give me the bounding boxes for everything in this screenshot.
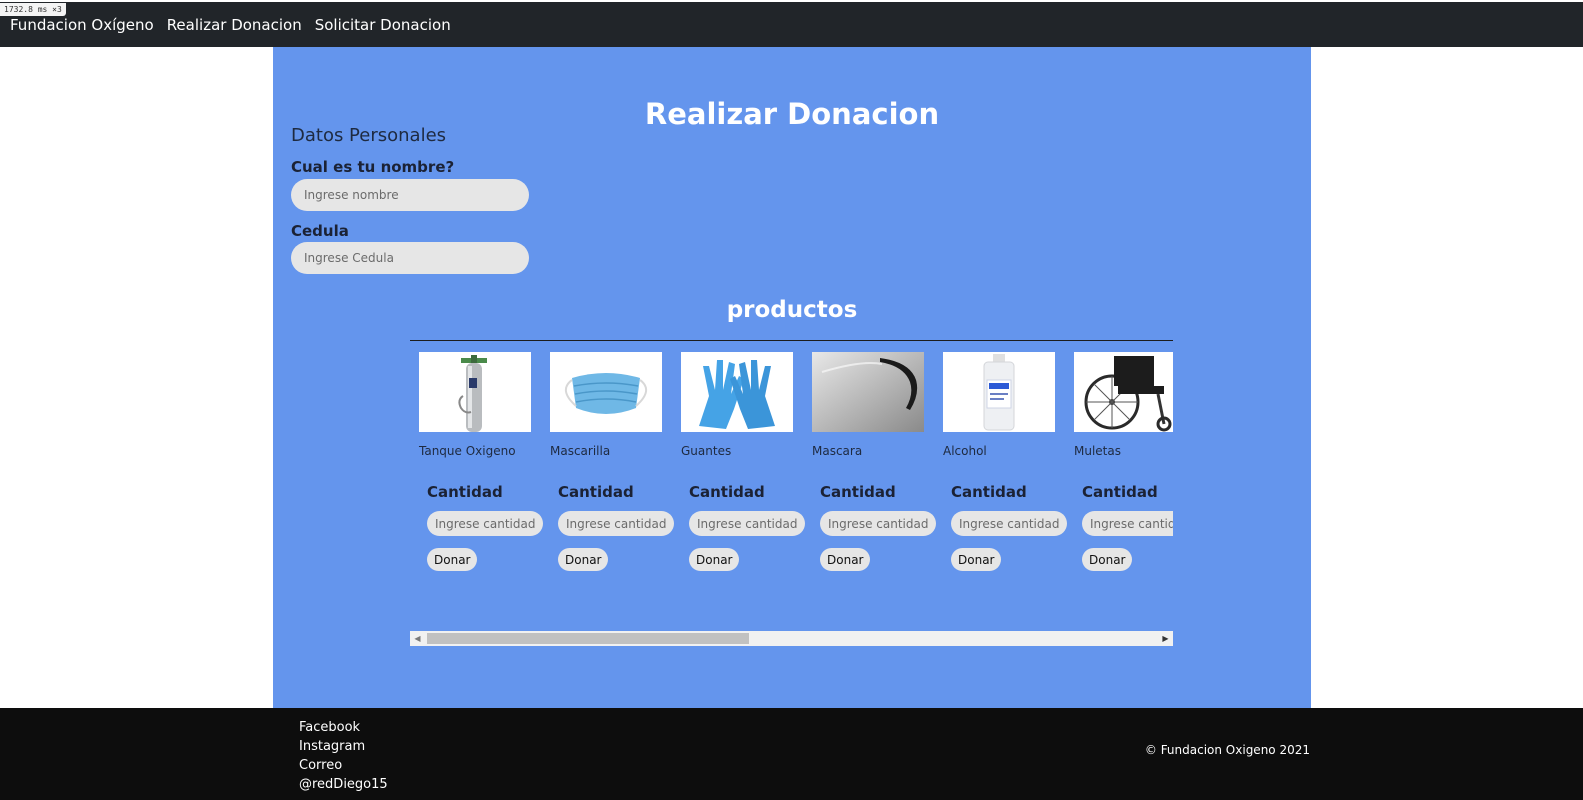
scrollbar-thumb[interactable] — [427, 633, 749, 644]
quantity-input-mascara[interactable] — [820, 511, 936, 536]
quantity-label: Cantidad — [558, 483, 634, 501]
quantity-label: Cantidad — [1082, 483, 1158, 501]
donate-button-tanque-oxigeno[interactable]: Donar — [427, 548, 478, 571]
donate-button-muletas[interactable]: Donar — [1082, 548, 1133, 571]
quantity-label: Cantidad — [689, 483, 765, 501]
quantity-input-tanque-oxigeno[interactable] — [427, 511, 543, 536]
cedula-label: Cedula — [291, 222, 349, 240]
scroll-right-arrow-icon[interactable]: ▶ — [1158, 631, 1173, 646]
nav-link-solicitar-donacion[interactable]: Solicitar Donacion — [315, 16, 451, 34]
products-divider — [410, 340, 1173, 341]
footer-link-facebook[interactable]: Facebook — [299, 718, 388, 737]
wheelchair-image — [1074, 352, 1173, 432]
products-horizontal-scrollbar[interactable]: ◀ ▶ — [410, 631, 1173, 646]
top-navbar: Fundacion Oxígeno Realizar Donacion Soli… — [0, 2, 1583, 47]
debug-timing-badge: 1732.8 ms ×3 — [0, 3, 66, 16]
product-name: Tanque Oxigeno — [419, 444, 516, 458]
quantity-label: Cantidad — [951, 483, 1027, 501]
products-scroll-area[interactable]: Tanque Oxigeno Cantidad Donar Mascarilla… — [410, 347, 1173, 623]
donate-button-mascarilla[interactable]: Donar — [558, 548, 609, 571]
quantity-input-mascarilla[interactable] — [558, 511, 674, 536]
alcohol-bottle-image — [943, 352, 1055, 432]
quantity-label: Cantidad — [427, 483, 503, 501]
donate-button-mascara[interactable]: Donar — [820, 548, 871, 571]
quantity-label: Cantidad — [820, 483, 896, 501]
product-card-muletas: Muletas Cantidad Donar — [1065, 352, 1173, 592]
product-name: Alcohol — [943, 444, 987, 458]
oxygen-tank-image — [419, 352, 531, 432]
donate-button-guantes[interactable]: Donar — [689, 548, 740, 571]
quantity-input-guantes[interactable] — [689, 511, 805, 536]
product-card-alcohol: Alcohol Cantidad Donar — [934, 352, 1067, 592]
quantity-input-alcohol[interactable] — [951, 511, 1067, 536]
product-name: Mascarilla — [550, 444, 611, 458]
gloves-image — [681, 352, 793, 432]
page-footer: Facebook Instagram Correo @redDiego15 © … — [0, 708, 1583, 800]
personal-data-heading: Datos Personales — [291, 125, 447, 146]
product-name: Muletas — [1074, 444, 1121, 458]
product-name: Guantes — [681, 444, 732, 458]
product-name: Mascara — [812, 444, 863, 458]
quantity-input-muletas[interactable] — [1082, 511, 1173, 536]
name-input[interactable] — [291, 179, 529, 211]
scroll-left-arrow-icon[interactable]: ◀ — [410, 631, 425, 646]
donation-panel: Realizar Donacion Datos Personales Cual … — [273, 47, 1311, 708]
footer-link-instagram[interactable]: Instagram — [299, 737, 388, 756]
footer-link-correo[interactable]: Correo — [299, 756, 388, 775]
face-mask-image — [550, 352, 662, 432]
product-card-mascarilla: Mascarilla Cantidad Donar — [541, 352, 674, 592]
footer-link-reddiego15[interactable]: @redDiego15 — [299, 775, 388, 794]
footer-copyright: © Fundacion Oxigeno 2021 — [1144, 743, 1310, 757]
donate-button-alcohol[interactable]: Donar — [951, 548, 1002, 571]
name-label: Cual es tu nombre? — [291, 158, 455, 176]
cedula-input[interactable] — [291, 242, 529, 274]
face-shield-image — [812, 352, 924, 432]
product-card-guantes: Guantes Cantidad Donar — [672, 352, 805, 592]
nav-link-realizar-donacion[interactable]: Realizar Donacion — [167, 16, 302, 34]
product-card-mascara: Mascara Cantidad Donar — [803, 352, 936, 592]
footer-links: Facebook Instagram Correo @redDiego15 — [299, 718, 388, 794]
product-card-tanque-oxigeno: Tanque Oxigeno Cantidad Donar — [410, 352, 543, 592]
navbar-brand-link[interactable]: Fundacion Oxígeno — [10, 16, 154, 34]
products-heading: productos — [726, 297, 858, 323]
